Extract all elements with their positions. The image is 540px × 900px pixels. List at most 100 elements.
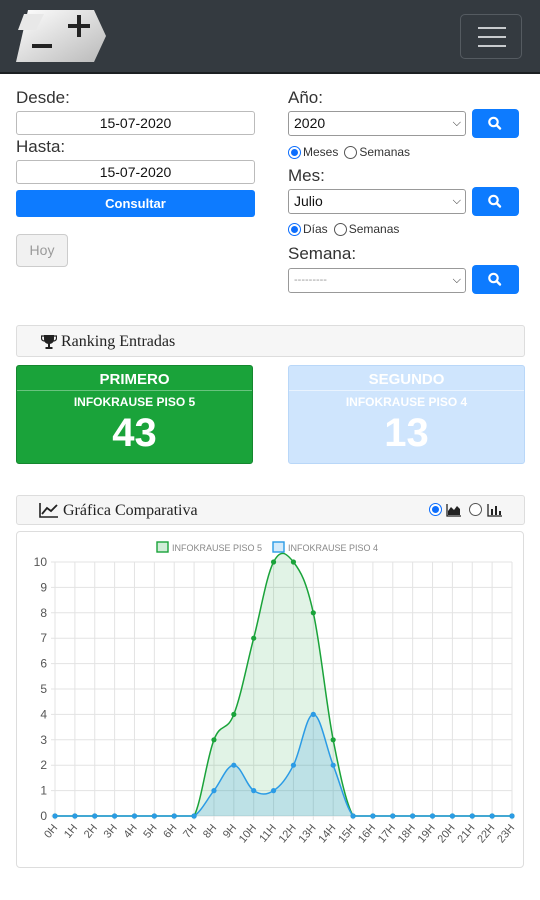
data-point: [489, 813, 495, 819]
x-tick-label: 23H: [495, 822, 517, 845]
y-tick-label: 7: [40, 631, 47, 645]
legend-label: INFOKRAUSE PISO 4: [288, 543, 378, 553]
x-tick-label: 19H: [416, 822, 438, 845]
y-tick-label: 1: [40, 784, 47, 798]
semana-select-value: ---------: [294, 274, 327, 286]
y-tick-label: 6: [40, 657, 47, 671]
ranking-second-name: INFOKRAUSE PISO 4: [345, 395, 468, 409]
meses-radio-label: Meses: [303, 145, 339, 159]
ranking-title: Ranking Entradas: [61, 333, 176, 350]
data-point: [310, 711, 316, 717]
meses-radio[interactable]: [288, 145, 301, 159]
y-tick-label: 9: [40, 580, 47, 594]
hasta-date-input[interactable]: 15-07-2020: [16, 160, 255, 184]
consultar-button[interactable]: Consultar: [16, 190, 255, 217]
data-point: [290, 559, 297, 565]
data-point: [410, 813, 416, 819]
mes-search-button[interactable]: [472, 187, 519, 216]
chevron-down-icon: ⌵: [452, 117, 461, 129]
semana-select[interactable]: --------- ⌵: [288, 268, 466, 293]
series-area: [55, 553, 512, 816]
anio-select-value: 2020: [294, 115, 326, 131]
x-tick-label: 11H: [257, 822, 279, 845]
data-point: [211, 737, 217, 743]
x-tick-label: 3H: [102, 822, 120, 841]
hamburger-icon-line: [478, 36, 506, 38]
ranking-card-header: Ranking Entradas: [16, 325, 525, 357]
mes-select-value: Julio: [294, 193, 323, 209]
legend-swatch: [156, 541, 169, 553]
area-chart-icon: [446, 504, 461, 517]
data-point: [370, 813, 376, 819]
chevron-down-icon: ⌵: [452, 195, 461, 207]
x-tick-label: 6H: [161, 822, 179, 841]
x-tick-label: 2H: [82, 822, 100, 841]
comparativa-chart: 0123456789100H 1H 2H 3H 4H 5H 6H 7H 8H 9H10H11H12…: [34, 541, 517, 845]
menu-toggle-button[interactable]: [460, 14, 522, 59]
x-tick-label: 10H: [237, 822, 259, 845]
anio-label: Año:: [288, 88, 323, 107]
navbar: [0, 0, 540, 74]
y-tick-label: 2: [40, 758, 47, 772]
trophy-icon: [41, 335, 57, 349]
legend-swatch: [272, 541, 285, 553]
ranking-second-heading: SEGUNDO: [368, 371, 445, 388]
ranking-first-heading: PRIMERO: [99, 371, 170, 388]
x-tick-label: 1H: [62, 822, 80, 841]
anio-search-button[interactable]: [472, 109, 519, 138]
ranking-first-name: INFOKRAUSE PISO 5: [73, 395, 196, 409]
bar-view-radio[interactable]: [469, 503, 482, 516]
data-point: [131, 813, 138, 819]
dias-radio[interactable]: [288, 222, 301, 236]
mes-select[interactable]: Julio ⌵: [288, 189, 466, 214]
data-point: [330, 762, 336, 768]
y-tick-label: 10: [34, 555, 48, 569]
data-point: [52, 813, 58, 819]
hamburger-icon-line: [478, 45, 506, 47]
y-tick-label: 4: [40, 707, 47, 721]
comparativa-chart-card: 0 1 2 3 4 5 6 7 8 9 10 0H 1H 2H 3H 4H 5H 6H 7H 8H 9H 10H 11H 12…: [16, 531, 524, 868]
periodo-radio-group: Meses Semanas: [288, 145, 410, 159]
mes-label: Mes:: [288, 166, 325, 185]
data-point: [231, 711, 237, 717]
x-tick-label: 0H: [42, 822, 60, 841]
data-point: [290, 762, 297, 768]
desde-label: Desde:: [16, 88, 70, 107]
y-tick-label: 0: [40, 809, 47, 823]
anio-select[interactable]: 2020 ⌵: [288, 111, 466, 136]
data-point: [112, 813, 118, 819]
legend-label: INFOKRAUSE PISO 5: [172, 543, 262, 553]
x-tick-label: 13H: [296, 822, 318, 845]
x-tick-label: 15H: [336, 822, 358, 845]
ranking-second-box: SEGUNDO INFOKRAUSE PISO 4 13: [288, 365, 525, 464]
ranking-first-count: 43: [112, 411, 157, 455]
semanas-vista-radio[interactable]: [333, 222, 347, 236]
area-view-radio[interactable]: [429, 503, 442, 516]
semana-search-button[interactable]: [472, 265, 519, 294]
data-point: [151, 813, 157, 819]
hasta-label: Hasta:: [16, 137, 66, 156]
data-point: [469, 813, 475, 819]
data-point: [92, 813, 98, 819]
data-point: [251, 788, 257, 794]
x-tick-label: 4H: [122, 822, 140, 841]
x-tick-label: 12H: [277, 822, 299, 845]
x-tick-label: 17H: [376, 822, 398, 845]
semanas-vista-radio-label: Semanas: [348, 222, 400, 236]
data-point: [211, 788, 217, 794]
chevron-down-icon: ⌵: [452, 274, 461, 286]
data-point: [509, 813, 515, 819]
app-logo[interactable]: [14, 8, 106, 64]
data-point: [191, 813, 197, 819]
line-chart-icon: [39, 503, 58, 518]
desde-date-input[interactable]: 15-07-2020: [16, 111, 255, 135]
x-tick-label: 14H: [316, 822, 338, 845]
data-point: [429, 813, 436, 819]
data-point: [310, 610, 316, 616]
data-point: [72, 813, 78, 819]
data-point: [231, 762, 237, 768]
x-tick-label: 8H: [201, 822, 219, 841]
hoy-button[interactable]: Hoy: [16, 234, 68, 267]
semanas-radio[interactable]: [344, 145, 358, 159]
data-point: [449, 813, 455, 819]
